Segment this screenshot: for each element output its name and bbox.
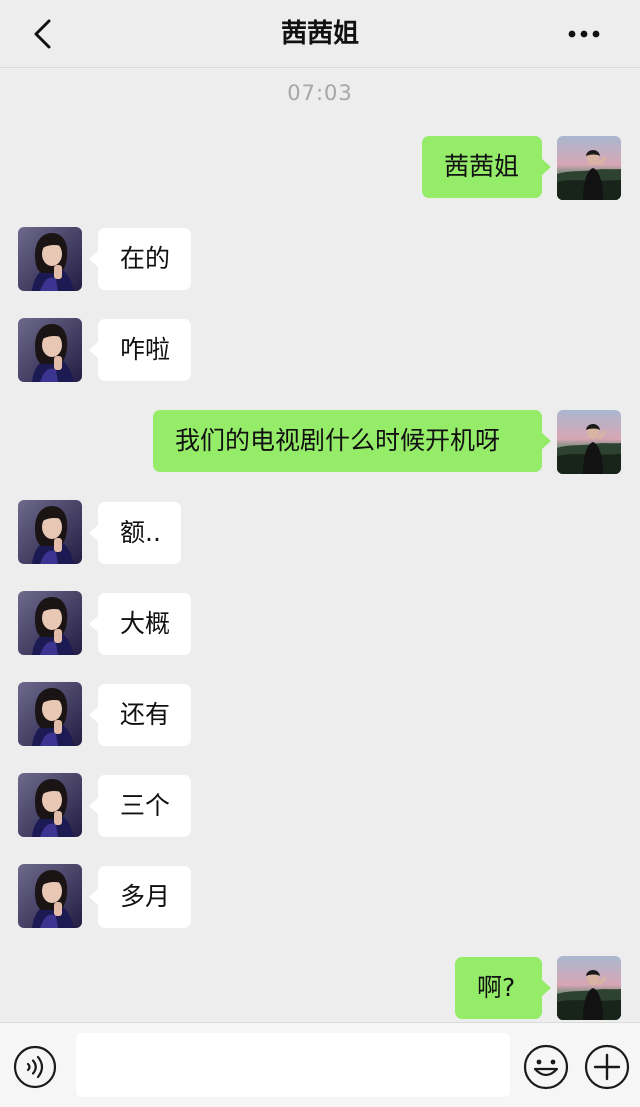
message-bubble-contact[interactable]: 额.. <box>89 502 181 564</box>
message-bubble-contact[interactable]: 大概 <box>89 593 191 655</box>
contact-avatar[interactable] <box>18 682 82 746</box>
contact-avatar[interactable] <box>18 864 82 928</box>
contact-avatar[interactable] <box>18 318 82 382</box>
message-bubble-self[interactable]: 茜茜姐 <box>422 136 551 198</box>
message-input[interactable] <box>76 1033 510 1097</box>
message-bubble-contact[interactable]: 在的 <box>89 228 191 290</box>
contact-avatar[interactable] <box>18 500 82 564</box>
contact-avatar[interactable] <box>18 227 82 291</box>
message-timestamp: 07:03 <box>287 81 353 105</box>
self-avatar[interactable] <box>557 410 621 474</box>
self-avatar[interactable] <box>557 956 621 1020</box>
message-bubble-contact[interactable]: 三个 <box>89 775 191 837</box>
message-bubble-contact[interactable]: 咋啦 <box>89 319 191 381</box>
contact-avatar[interactable] <box>18 773 82 837</box>
self-avatar[interactable] <box>557 136 621 200</box>
message-bubble-contact[interactable]: 多月 <box>89 866 191 928</box>
message-bubble-self[interactable]: 我们的电视剧什么时候开机呀 <box>153 410 551 472</box>
plus-icon[interactable] <box>584 1044 630 1090</box>
input-bar <box>0 1022 640 1107</box>
voice-icon[interactable] <box>13 1045 57 1089</box>
contact-avatar[interactable] <box>18 591 82 655</box>
message-bubble-contact[interactable]: 还有 <box>89 684 191 746</box>
message-list[interactable]: 07:03 茜茜姐 在的 咋啦 我们的电视剧什么时候开机呀 额.. 大概 还有 … <box>0 0 640 1020</box>
message-bubble-self[interactable]: 啊? <box>455 957 551 1019</box>
emoji-icon[interactable] <box>523 1044 569 1090</box>
